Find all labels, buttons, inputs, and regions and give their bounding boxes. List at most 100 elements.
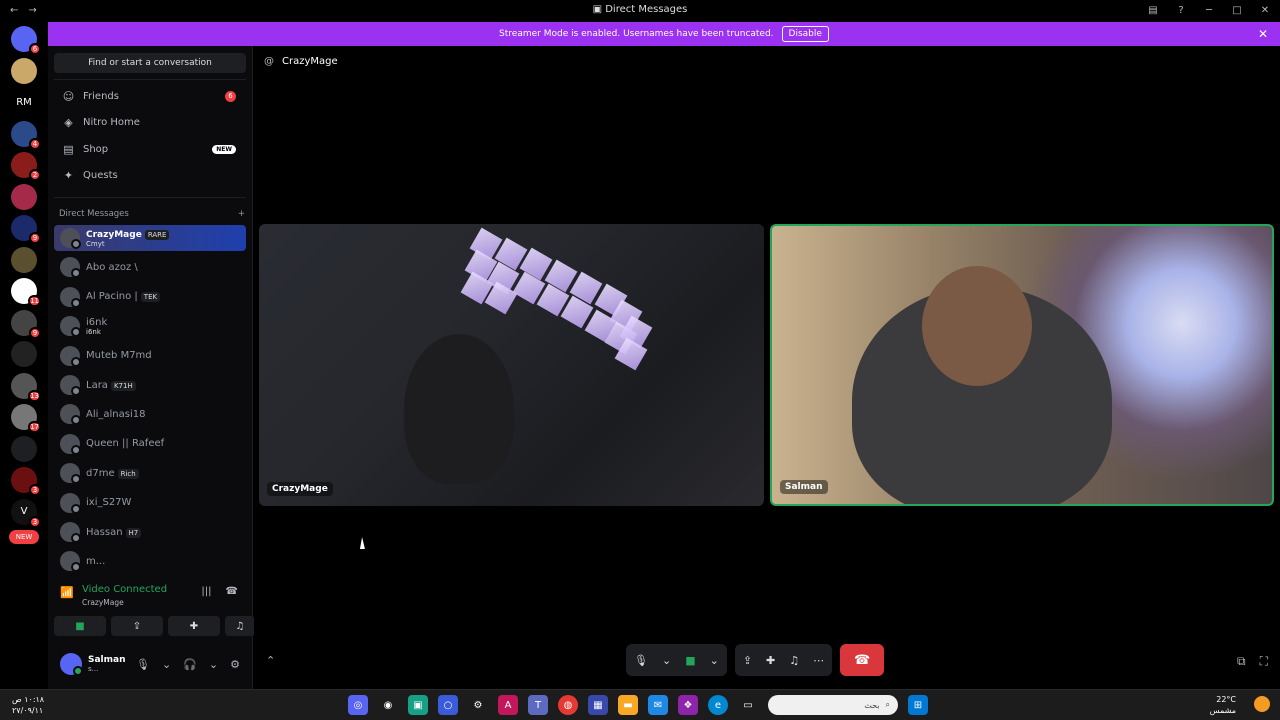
folder-icon[interactable] — [11, 435, 37, 462]
file-explorer-icon[interactable]: ▬ — [618, 695, 638, 715]
server-icon[interactable]: 2 — [11, 152, 41, 181]
camera-icon[interactable]: ■ — [685, 654, 695, 667]
voice-channel[interactable]: CrazyMage — [82, 598, 124, 607]
app-icon[interactable]: A — [498, 695, 518, 715]
guild-item[interactable]: RM — [11, 89, 37, 115]
dm-item[interactable]: ixi_S27W — [54, 490, 246, 516]
noise-suppression-icon[interactable]: ||| — [201, 586, 211, 597]
forward-arrow-icon[interactable]: → — [28, 5, 36, 16]
mic-icon[interactable]: 🎙 — [136, 658, 150, 671]
maximize-button[interactable]: □ — [1230, 3, 1244, 17]
screen-share-button[interactable]: ⇪ — [111, 616, 163, 636]
store-app-icon[interactable]: ▦ — [588, 695, 608, 715]
taskbar-search[interactable]: بحث ⌕ — [768, 695, 898, 715]
screen-share-icon[interactable]: ⇪ — [743, 654, 752, 667]
server-icon[interactable]: 17 — [11, 404, 41, 433]
fullscreen-icon[interactable]: ⛶ — [1260, 654, 1268, 669]
dm-item[interactable]: Lara K71H — [54, 372, 246, 398]
server-icon[interactable] — [11, 341, 37, 367]
dm-item[interactable]: Hassan H7 — [54, 519, 246, 545]
headset-icon[interactable]: 🎧 — [183, 658, 197, 671]
dm-item[interactable]: Abo azoz \ — [54, 254, 246, 280]
dm-sidebar: Find or start a conversation ☺ Friends 6 ◈ N… — [48, 46, 255, 689]
inbox-icon[interactable]: ▤ — [1146, 3, 1160, 17]
gear-icon[interactable]: ⚙ — [230, 658, 240, 671]
server-icon[interactable]: 11 — [11, 278, 41, 307]
hang-up-button[interactable]: ☎ — [840, 644, 885, 676]
video-tile-salman[interactable]: Salman — [770, 224, 1274, 506]
create-dm-button[interactable]: + — [238, 209, 245, 219]
close-window-button[interactable]: ✕ — [1258, 3, 1272, 17]
avatar[interactable] — [60, 653, 83, 676]
minimize-button[interactable]: ─ — [1202, 3, 1216, 17]
server-icon[interactable]: 3 — [11, 467, 41, 496]
video-tile-crazymage[interactable]: CrazyMage — [259, 224, 764, 506]
edge-app-icon[interactable]: e — [708, 695, 728, 715]
clan-tag: K71H — [110, 380, 136, 391]
guild-item[interactable]: V3 — [11, 498, 41, 528]
close-banner-icon[interactable]: ✕ — [1258, 27, 1268, 41]
chevron-down-icon[interactable]: ⌄ — [710, 654, 719, 667]
dm-item[interactable]: d7me Rich — [54, 460, 246, 486]
dm-item[interactable]: Ali_alnasi18 — [54, 401, 246, 427]
server-icon[interactable] — [11, 183, 37, 210]
guild-item[interactable]: NEW — [9, 530, 39, 544]
dm-item[interactable]: Queen || Rafeef — [54, 431, 246, 457]
avatar — [60, 522, 81, 543]
copilot-app-icon[interactable]: ❖ — [678, 695, 698, 715]
find-conversation-button[interactable]: Find or start a conversation — [54, 53, 246, 73]
mic-icon[interactable]: 🎙 — [634, 654, 648, 667]
dm-text: Muteb M7md — [86, 350, 152, 361]
nav-item-nitro-home[interactable]: ◈ Nitro Home — [54, 111, 246, 135]
discord-app-icon[interactable]: ◎ — [348, 695, 368, 715]
disable-streamer-mode-button[interactable]: Disable — [781, 26, 829, 42]
soundboard-button[interactable]: ♫ — [225, 616, 255, 636]
chevron-down-icon[interactable]: ⌄ — [662, 654, 671, 667]
camera-button[interactable]: ■ — [54, 616, 106, 636]
chevron-up-icon[interactable]: ⌃ — [266, 654, 275, 667]
start-button-icon[interactable]: ⊞ — [908, 695, 928, 715]
dm-item[interactable]: Al Pacino | TEK — [54, 284, 246, 310]
server-icon[interactable]: 4 — [11, 120, 41, 150]
teams-app-icon[interactable]: T — [528, 695, 548, 715]
server-icon[interactable]: 13 — [11, 372, 41, 402]
task-view-icon[interactable]: ▭ — [738, 695, 758, 715]
person-silhouette — [404, 334, 514, 484]
obs-app-icon[interactable]: ◉ — [378, 695, 398, 715]
soundboard-icon[interactable]: ♫ — [789, 654, 799, 667]
discord-logo-icon[interactable]: 6 — [11, 26, 41, 55]
server-icon[interactable] — [11, 246, 37, 273]
dm-item[interactable]: CrazyMage RARE Cmyt — [54, 225, 246, 251]
back-arrow-icon[interactable]: ← — [10, 5, 18, 16]
popout-icon[interactable]: ⧉ — [1237, 654, 1246, 669]
nav-item-friends[interactable]: ☺ Friends 6 — [54, 84, 246, 108]
friends-icon: ☺ — [62, 89, 75, 103]
help-icon[interactable]: ? — [1174, 3, 1188, 17]
weather-widget[interactable]: 22°C مشمس — [1210, 694, 1236, 716]
dm-item[interactable]: Muteb M7md — [54, 343, 246, 369]
activities-icon[interactable]: ✚ — [766, 654, 775, 667]
app-icon[interactable]: ○ — [438, 695, 458, 715]
server-icon[interactable]: 9 — [11, 215, 41, 244]
clock[interactable]: ١٠:١٨ ص ٢٧/٠٩/١١ — [12, 694, 44, 716]
app-icon[interactable]: ▣ — [408, 695, 428, 715]
settings-app-icon[interactable]: ⚙ — [468, 695, 488, 715]
chrome-app-icon[interactable]: ◍ — [558, 695, 578, 715]
mail-app-icon[interactable]: ✉ — [648, 695, 668, 715]
more-icon[interactable]: ⋯ — [813, 654, 824, 667]
chevron-down-icon[interactable]: ⌄ — [162, 658, 171, 671]
dm-item[interactable]: m... — [54, 548, 246, 574]
server-icon[interactable]: 9 — [11, 309, 41, 339]
guild-label: V — [20, 506, 28, 517]
disconnect-icon[interactable]: ☎ — [226, 586, 238, 597]
guild-label: NEW — [15, 533, 33, 541]
dm-item[interactable]: i6nk i6nk — [54, 313, 246, 339]
activities-button[interactable]: ✚ — [168, 616, 220, 636]
notification-badge: 6 — [225, 90, 236, 102]
nav-item-quests[interactable]: ✦ Quests — [54, 164, 246, 188]
dm-name: ixi_S27W — [86, 497, 132, 509]
avatar — [60, 375, 81, 396]
chevron-down-icon[interactable]: ⌄ — [209, 658, 218, 671]
nav-item-shop[interactable]: ▤ Shop NEW — [54, 137, 246, 161]
avatar-icon[interactable] — [11, 57, 37, 84]
